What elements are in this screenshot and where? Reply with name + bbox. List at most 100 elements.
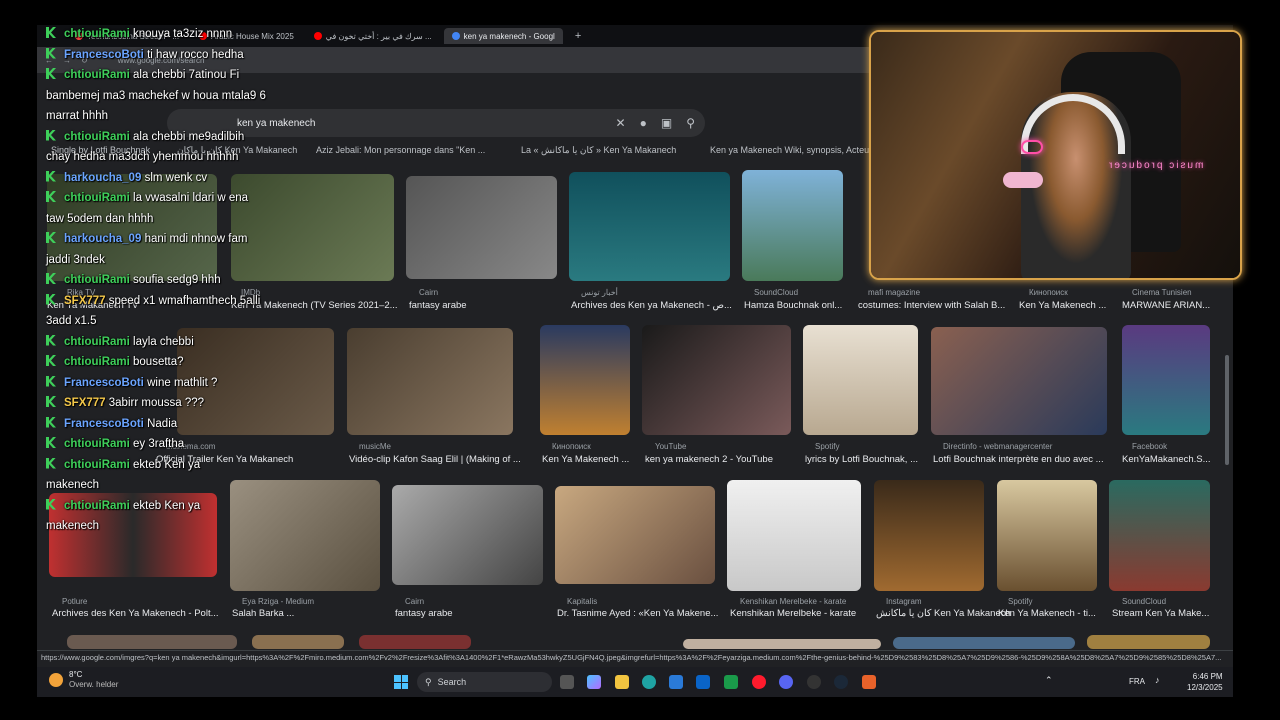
edge-icon[interactable] <box>642 675 656 689</box>
image-thumbnail[interactable] <box>1122 325 1210 435</box>
chat-username: harkoucha_09 <box>64 233 142 245</box>
image-thumbnail[interactable] <box>1109 480 1210 591</box>
weather-widget[interactable]: 8°C Overw. helder <box>49 670 118 690</box>
image-source: SoundCloud <box>754 288 799 297</box>
chat-badge-icon <box>46 68 56 79</box>
image-title[interactable]: Stream Ken Ya Make... <box>1112 608 1209 619</box>
app-icon[interactable] <box>862 675 876 689</box>
image-thumbnail[interactable] <box>997 480 1097 591</box>
browser-tab[interactable]: سرك في بير : أختي تخون في ... <box>306 28 440 44</box>
taskbar-search[interactable]: ⚲ Search <box>417 672 552 692</box>
image-title[interactable]: Ken Ya Makenech - ti... <box>998 608 1096 619</box>
image-thumbnail[interactable] <box>683 639 881 649</box>
image-source: Potlure <box>62 597 88 606</box>
image-thumbnail[interactable] <box>359 635 471 649</box>
weather-icon <box>49 673 63 687</box>
youtube-icon <box>313 32 322 40</box>
taskbar-search-label: Search <box>437 677 467 687</box>
image-caption[interactable]: Aziz Jebali: Mon personnage dans "Ken ..… <box>316 145 485 155</box>
obs-icon[interactable] <box>807 675 821 689</box>
tray-chevron-icon[interactable]: ⌃ <box>1045 675 1053 686</box>
mic-icon[interactable]: ● <box>640 116 647 130</box>
image-thumbnail[interactable] <box>642 325 791 435</box>
image-source: Directinfo - webmanagercenter <box>943 442 1053 451</box>
image-source: Кинопоиск <box>1029 288 1068 297</box>
image-source: Facebook <box>1132 442 1168 451</box>
image-title[interactable]: كان يا ماكانش Ken Ya Makanech <box>876 608 1011 619</box>
image-thumbnail[interactable] <box>555 486 715 584</box>
app-icon[interactable] <box>724 675 738 689</box>
close-icon[interactable]: ✕ <box>616 116 626 130</box>
new-tab-button[interactable]: + <box>567 28 589 44</box>
image-thumbnail[interactable] <box>540 325 630 435</box>
image-title[interactable]: MARWANE ARIAN... <box>1122 300 1210 311</box>
chat-text: ey 3raftha <box>133 438 185 450</box>
chat-badge-icon <box>46 273 56 284</box>
image-source: Spotify <box>815 442 840 451</box>
chat-message: FrancescoBoti Nadia <box>46 414 266 435</box>
browser-tab-active[interactable]: ken ya makenech - Googl <box>443 28 563 44</box>
image-title[interactable]: fantasy arabe <box>395 608 453 619</box>
image-title[interactable]: Archives des Ken Ya Makenech - Polt... <box>52 608 219 619</box>
image-caption[interactable]: La « كان يا ماكانش » Ken Ya Makanech <box>521 145 676 156</box>
image-title[interactable]: Archives des Ken ya Makenech - ص... <box>571 300 732 311</box>
image-thumbnail[interactable] <box>803 325 918 435</box>
image-thumbnail[interactable] <box>67 635 237 649</box>
image-thumbnail[interactable] <box>874 480 984 591</box>
lang-indicator[interactable]: FRA <box>1129 677 1145 686</box>
task-view-icon[interactable] <box>560 675 574 689</box>
image-thumbnail[interactable] <box>727 480 861 591</box>
image-thumbnail[interactable] <box>893 637 1075 649</box>
clock[interactable]: 6:46 PM 12/3/2025 <box>1187 671 1223 693</box>
chat-badge-icon <box>46 375 56 387</box>
chat-username: chtiouiRami <box>64 499 130 512</box>
image-source: Spotify <box>1008 597 1033 606</box>
google-icon <box>451 32 460 40</box>
image-thumbnail[interactable] <box>931 327 1107 435</box>
store-icon[interactable] <box>669 675 683 689</box>
image-title[interactable]: Kenshikan Merelbeke - karate <box>730 608 856 619</box>
search-icon[interactable]: ⚲ <box>686 116 695 130</box>
image-thumbnail[interactable] <box>406 176 557 279</box>
volume-icon[interactable]: ♪ <box>1155 675 1160 685</box>
scrollbar[interactable] <box>1225 355 1229 465</box>
chat-message: chtiouiRami layla chebbi <box>46 332 266 353</box>
opera-icon[interactable] <box>752 675 766 689</box>
image-title[interactable]: Vidéo-clip Kafon Saag Elil | (Making of … <box>349 454 521 465</box>
image-title[interactable]: Salah Barka ... <box>232 608 294 619</box>
discord-icon[interactable] <box>779 675 793 689</box>
chat-message: chtiouiRami ala chebbi me9adilbih chay h… <box>46 127 266 168</box>
image-title[interactable]: Ken Ya Makenech ... <box>1019 300 1106 311</box>
chat-username: chtiouiRami <box>64 438 130 450</box>
lens-icon[interactable]: ▣ <box>661 116 672 130</box>
image-thumbnail[interactable] <box>742 170 843 281</box>
image-title[interactable]: Dr. Tasnime Ayed : «Ken Ya Makene... <box>557 608 718 619</box>
image-title[interactable]: costumes: Interview with Salah B... <box>858 300 1005 311</box>
image-thumbnail[interactable] <box>1087 635 1210 649</box>
image-thumbnail[interactable] <box>392 485 543 585</box>
image-thumbnail[interactable] <box>569 172 730 281</box>
image-source: Kapitalis <box>567 597 598 606</box>
file-explorer-icon[interactable] <box>615 675 629 689</box>
image-title[interactable]: Hamza Bouchnak onl... <box>744 300 842 311</box>
image-title[interactable]: ken ya makenech 2 - YouTube <box>645 454 773 465</box>
chat-username: chtiouiRami <box>64 69 130 81</box>
image-title[interactable]: fantasy arabe <box>409 300 467 311</box>
image-source: Cairn <box>419 288 439 297</box>
image-source: YouTube <box>655 442 687 451</box>
steam-icon[interactable] <box>834 675 848 689</box>
chat-badge-icon <box>46 191 56 202</box>
image-title[interactable]: lyrics by Lotfi Bouchnak, ... <box>805 454 918 465</box>
chat-message: chtiouiRami bousetta? <box>46 352 266 373</box>
image-title[interactable]: Lotfi Bouchnak interprète en duo avec ..… <box>933 454 1104 465</box>
outlook-icon[interactable] <box>696 675 710 689</box>
start-icon[interactable] <box>394 675 408 689</box>
image-thumbnail[interactable] <box>252 635 344 649</box>
image-title[interactable]: KenYaMakanech.S... <box>1122 454 1211 465</box>
image-thumbnail[interactable] <box>347 328 513 435</box>
copilot-icon[interactable] <box>587 675 601 689</box>
image-caption[interactable]: Ken ya Makenech Wiki, synopsis, Acteur <box>710 145 872 155</box>
chat-username: FrancescoBoti <box>64 376 144 389</box>
image-source: Cairn <box>405 597 425 606</box>
image-title[interactable]: Ken Ya Makenech ... <box>542 454 629 465</box>
